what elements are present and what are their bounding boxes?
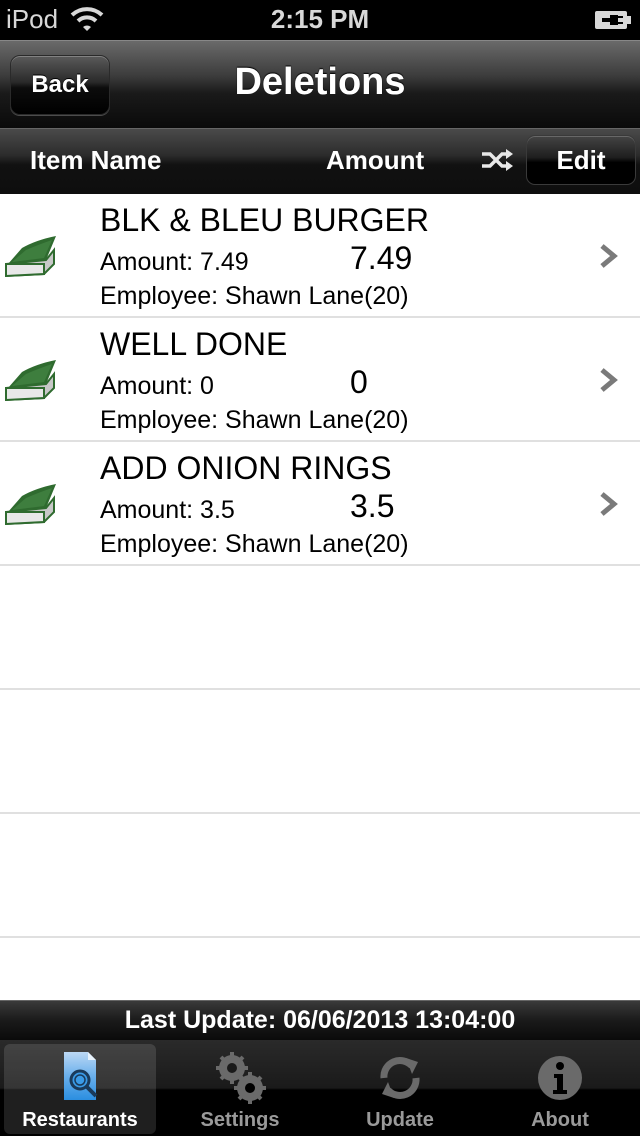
tab-settings[interactable]: Settings — [164, 1044, 316, 1134]
item-name: BLK & BLEU BURGER — [100, 202, 429, 238]
empty-row — [0, 690, 640, 814]
document-search-icon — [64, 1052, 98, 1100]
shuffle-icon[interactable] — [480, 149, 514, 171]
item-amount-value: 3.5 — [350, 488, 395, 524]
column-item-name[interactable]: Item Name — [30, 145, 162, 176]
deletions-list: BLK & BLEU BURGER Amount: 7.49 7.49 Empl… — [0, 194, 640, 1000]
info-icon — [538, 1056, 582, 1100]
tab-label: Settings — [200, 1109, 280, 1131]
tab-update[interactable]: Update — [324, 1044, 476, 1134]
empty-row — [0, 938, 640, 1000]
item-employee: Employee: Shawn Lane(20) — [100, 530, 409, 558]
tab-label: Update — [366, 1109, 434, 1131]
book-icon — [5, 236, 56, 278]
item-amount-label: Amount: 7.49 — [100, 248, 249, 276]
chevron-right-icon[interactable] — [598, 366, 620, 394]
chevron-right-icon[interactable] — [598, 490, 620, 518]
item-amount-value: 7.49 — [350, 240, 413, 276]
edit-button[interactable]: Edit — [526, 135, 636, 185]
item-name: WELL DONE — [100, 326, 288, 362]
last-update-label: Last Update: 06/06/2013 13:04:00 — [0, 1000, 640, 1040]
status-bar: iPod 2:15 PM — [0, 0, 640, 40]
item-employee: Employee: Shawn Lane(20) — [100, 406, 409, 434]
item-name: ADD ONION RINGS — [100, 450, 392, 486]
item-amount-label: Amount: 3.5 — [100, 496, 235, 524]
tab-bar: Restaurants Settings Update About — [0, 1040, 640, 1136]
column-amount[interactable]: Amount — [326, 145, 424, 176]
list-item[interactable]: BLK & BLEU BURGER Amount: 7.49 7.49 Empl… — [0, 194, 640, 318]
book-icon — [5, 360, 56, 402]
book-icon — [5, 484, 56, 526]
tab-about[interactable]: About — [484, 1044, 636, 1134]
column-header: Item Name Amount Edit — [0, 128, 640, 194]
tab-restaurants[interactable]: Restaurants — [4, 1044, 156, 1134]
empty-row — [0, 566, 640, 690]
refresh-icon — [380, 1057, 420, 1099]
gears-icon — [216, 1052, 266, 1104]
navigation-bar: Back Deletions — [0, 40, 640, 128]
list-item[interactable]: ADD ONION RINGS Amount: 3.5 3.5 Employee… — [0, 442, 640, 566]
empty-row — [0, 814, 640, 938]
list-item[interactable]: WELL DONE Amount: 0 0 Employee: Shawn La… — [0, 318, 640, 442]
item-amount-label: Amount: 0 — [100, 372, 214, 400]
status-time: 2:15 PM — [270, 4, 370, 34]
tab-label: About — [531, 1109, 589, 1131]
tab-label: Restaurants — [22, 1109, 138, 1131]
page-title: Deletions — [234, 61, 406, 103]
item-amount-value: 0 — [350, 364, 368, 400]
chevron-right-icon[interactable] — [598, 242, 620, 270]
battery-charging-icon — [595, 11, 631, 29]
item-employee: Employee: Shawn Lane(20) — [100, 282, 409, 310]
